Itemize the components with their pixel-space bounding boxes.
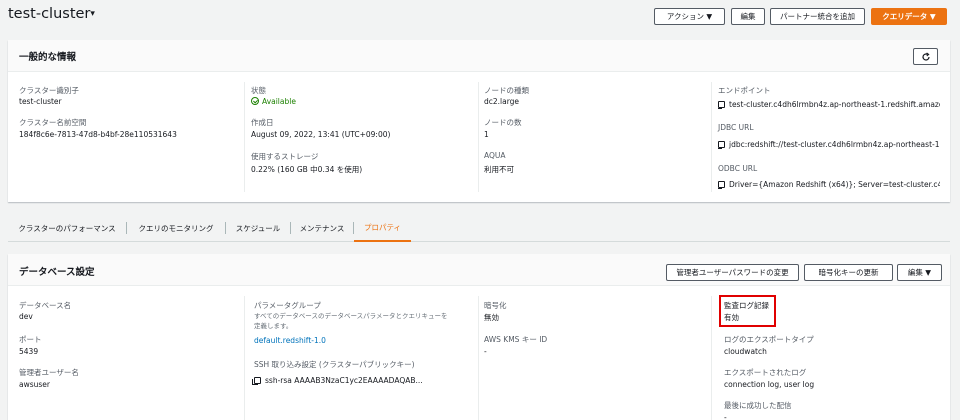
column-divider: [244, 296, 245, 420]
cluster-tabs: クラスターのパフォーマンス クエリのモニタリング スケジュール メンテナンス プ…: [8, 214, 950, 242]
status-text: Available: [262, 97, 296, 106]
annotation-highlight-box: [719, 295, 776, 327]
storage-value: 0.22% (160 GB 中0.34 を使用): [251, 165, 363, 174]
check-circle-icon: [251, 97, 259, 105]
node-type-label: ノードの種類: [484, 86, 529, 95]
parameter-group-link[interactable]: default.redshift-1.0: [254, 336, 326, 345]
cluster-namespace-label: クラスター名前空間: [19, 118, 87, 127]
odbc-url-text: Driver={Amazon Redshift (x64)}; Server=t…: [729, 180, 940, 189]
general-info-title: 一般的な情報: [19, 52, 77, 63]
jdbc-url-value[interactable]: jdbc:redshift://test-cluster.c4dh6lrmbn4…: [718, 140, 940, 149]
database-name-label: データベース名: [19, 301, 72, 310]
chevron-down-icon[interactable]: ▾: [90, 9, 95, 19]
node-type-value: dc2.large: [484, 97, 520, 106]
admin-user-value: awsuser: [19, 380, 50, 389]
general-info-panel: 一般的な情報 クラスター識別子 test-cluster クラスター名前空間 1…: [8, 40, 950, 202]
rotate-encryption-key-button[interactable]: 暗号化キーの更新: [804, 264, 893, 281]
created-label: 作成日: [251, 118, 274, 127]
ssh-settings-label: SSH 取り込み設定 (クラスターパブリックキー): [254, 360, 415, 369]
exported-logs-label: エクスポートされたログ: [724, 368, 807, 377]
ssh-key-text: ssh-rsa AAAAB3NzaC1yc2EAAAADAQAB...: [265, 376, 423, 385]
database-settings-header: データベース設定 管理者ユーザーパスワードの変更 暗号化キーの更新 編集 ▼: [8, 254, 950, 286]
created-value: August 09, 2022, 13:41 (UTC+09:00): [251, 130, 391, 139]
refresh-button[interactable]: [913, 48, 938, 65]
log-export-type-value: cloudwatch: [724, 347, 767, 356]
kms-key-label: AWS KMS キー ID: [484, 335, 548, 344]
copy-icon[interactable]: [718, 141, 725, 149]
cluster-namespace-value: 184f8c6e-7813-47d8-b4bf-28e110531643: [19, 130, 177, 139]
odbc-url-label: ODBC URL: [718, 164, 758, 173]
last-delivery-label: 最後に成功した配信: [724, 401, 792, 410]
endpoint-value[interactable]: test-cluster.c4dh6lrmbn4z.ap-northeast-1…: [718, 100, 940, 109]
column-divider: [478, 82, 479, 192]
tab-schedule[interactable]: スケジュール: [226, 214, 290, 242]
ssh-key-value[interactable]: ssh-rsa AAAAB3NzaC1yc2EAAAADAQAB...: [252, 376, 423, 385]
status-label: 状態: [251, 86, 266, 95]
edit-button[interactable]: 編集: [731, 8, 765, 25]
odbc-url-value[interactable]: Driver={Amazon Redshift (x64)}; Server=t…: [718, 180, 940, 189]
query-data-button[interactable]: クエリデータ ▼: [871, 8, 947, 25]
jdbc-url-label: JDBC URL: [718, 123, 754, 132]
refresh-icon: [921, 52, 930, 61]
log-export-type-label: ログのエクスポートタイプ: [724, 335, 814, 344]
parameter-group-description: すべてのデータベースのデータベースパラメータとクエリキューを定義します。: [254, 312, 448, 330]
endpoint-label: エンドポイント: [718, 86, 771, 95]
cluster-id-label: クラスター識別子: [19, 86, 79, 95]
column-divider: [244, 82, 245, 192]
port-value: 5439: [19, 347, 39, 356]
endpoint-text: test-cluster.c4dh6lrmbn4z.ap-northeast-1…: [729, 100, 940, 109]
tab-query-monitoring[interactable]: クエリのモニタリング: [127, 214, 225, 242]
kms-key-value: -: [484, 347, 487, 356]
encryption-label: 暗号化: [484, 301, 507, 310]
storage-label: 使用するストレージ: [251, 152, 319, 161]
node-count-label: ノードの数: [484, 118, 522, 127]
column-divider: [478, 296, 479, 420]
column-divider: [711, 82, 712, 192]
node-count-value: 1: [484, 130, 489, 139]
encryption-value: 無効: [484, 313, 499, 322]
aqua-value: 利用不可: [484, 165, 514, 174]
database-settings-title: データベース設定: [19, 267, 95, 278]
tab-cluster-performance[interactable]: クラスターのパフォーマンス: [8, 214, 126, 242]
exported-logs-value: connection log, user log: [724, 380, 815, 389]
cluster-title-text: test-cluster: [8, 6, 91, 22]
admin-user-label: 管理者ユーザー名: [19, 368, 79, 377]
cluster-id-value: test-cluster: [19, 97, 62, 106]
column-divider: [711, 296, 712, 420]
change-admin-password-button[interactable]: 管理者ユーザーパスワードの変更: [666, 264, 799, 281]
copy-icon[interactable]: [718, 101, 725, 109]
actions-button[interactable]: アクション ▼: [654, 8, 725, 25]
parameter-group-label: パラメータグループ: [254, 301, 321, 310]
database-settings-panel: データベース設定 管理者ユーザーパスワードの変更 暗号化キーの更新 編集 ▼ デ…: [8, 254, 950, 420]
jdbc-url-text: jdbc:redshift://test-cluster.c4dh6lrmbn4…: [729, 140, 940, 149]
copy-icon[interactable]: [252, 377, 261, 385]
copy-icon[interactable]: [718, 181, 725, 189]
last-delivery-value: -: [724, 413, 727, 420]
cluster-title[interactable]: test-cluster▾: [8, 6, 95, 22]
database-name-value: dev: [19, 312, 33, 321]
general-info-header: 一般的な情報: [8, 40, 950, 72]
tab-properties[interactable]: プロパティ: [354, 214, 411, 242]
page-header: test-cluster▾ アクション ▼ 編集 パートナー統合を追加 クエリデ…: [0, 0, 960, 34]
add-partner-integration-button[interactable]: パートナー統合を追加: [770, 8, 865, 25]
port-label: ポート: [19, 335, 42, 344]
tab-maintenance[interactable]: メンテナンス: [291, 214, 353, 242]
status-value: Available: [251, 97, 296, 106]
aqua-label: AQUA: [484, 151, 506, 160]
db-edit-button[interactable]: 編集 ▼: [897, 264, 942, 281]
